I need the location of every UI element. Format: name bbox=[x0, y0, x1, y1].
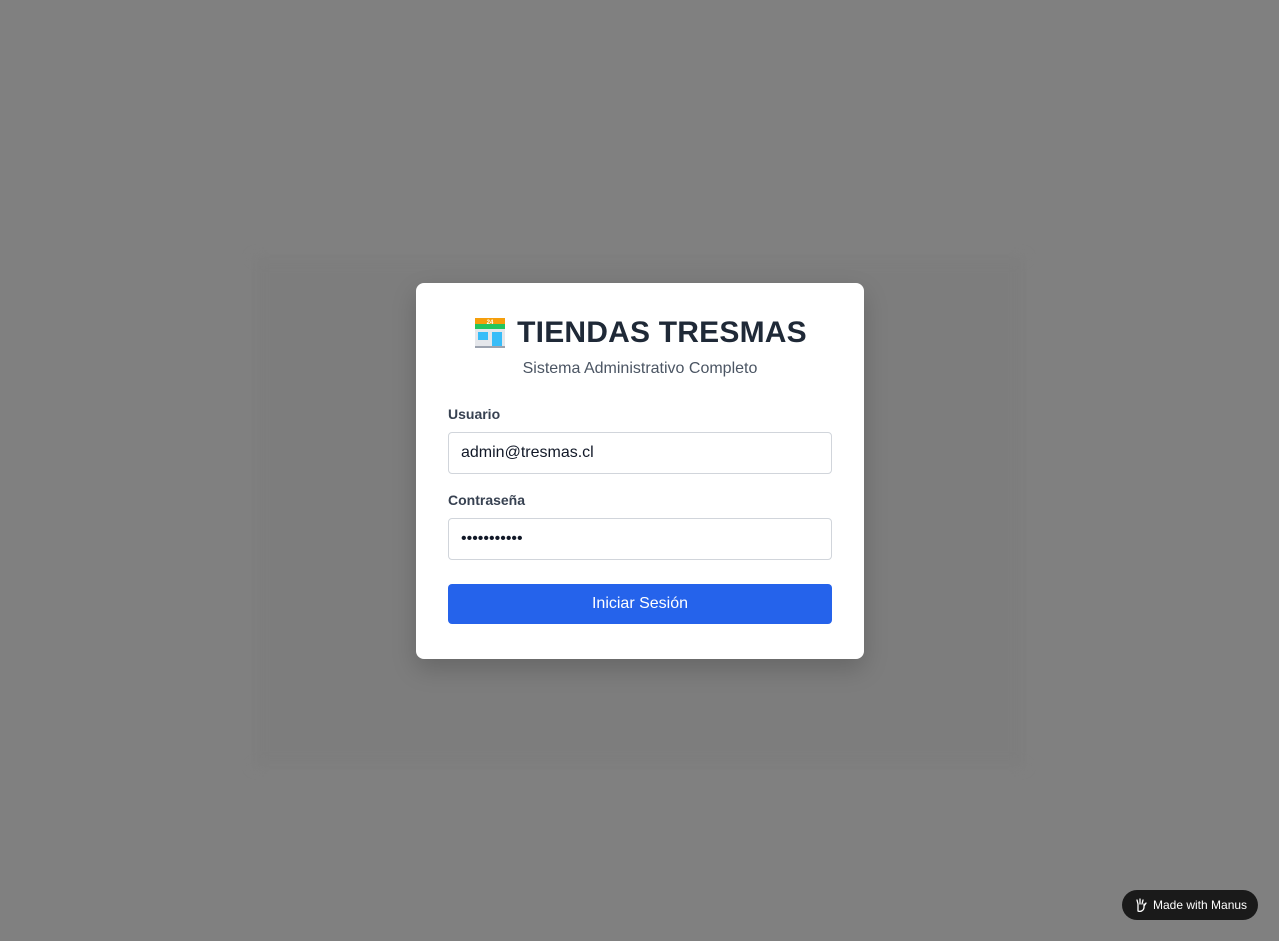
badge-label: Made with Manus bbox=[1153, 898, 1248, 912]
login-card: 24 TIENDAS TRESMAS Sistema Administrativ… bbox=[416, 283, 864, 659]
header: 24 TIENDAS TRESMAS bbox=[448, 315, 832, 351]
convenience-store-icon: 24 bbox=[473, 316, 507, 350]
password-label: Contraseña bbox=[448, 492, 526, 508]
page-subtitle: Sistema Administrativo Completo bbox=[522, 360, 758, 377]
user-input[interactable] bbox=[448, 432, 832, 474]
password-input[interactable] bbox=[448, 518, 832, 560]
made-with-manus-badge[interactable]: Made with Manus bbox=[1122, 890, 1258, 920]
svg-text:24: 24 bbox=[487, 320, 494, 326]
login-button[interactable]: Iniciar Sesión bbox=[448, 584, 832, 624]
manus-hand-icon bbox=[1134, 898, 1148, 913]
page-title: TIENDAS TRESMAS bbox=[517, 316, 807, 349]
user-label: Usuario bbox=[448, 406, 501, 422]
